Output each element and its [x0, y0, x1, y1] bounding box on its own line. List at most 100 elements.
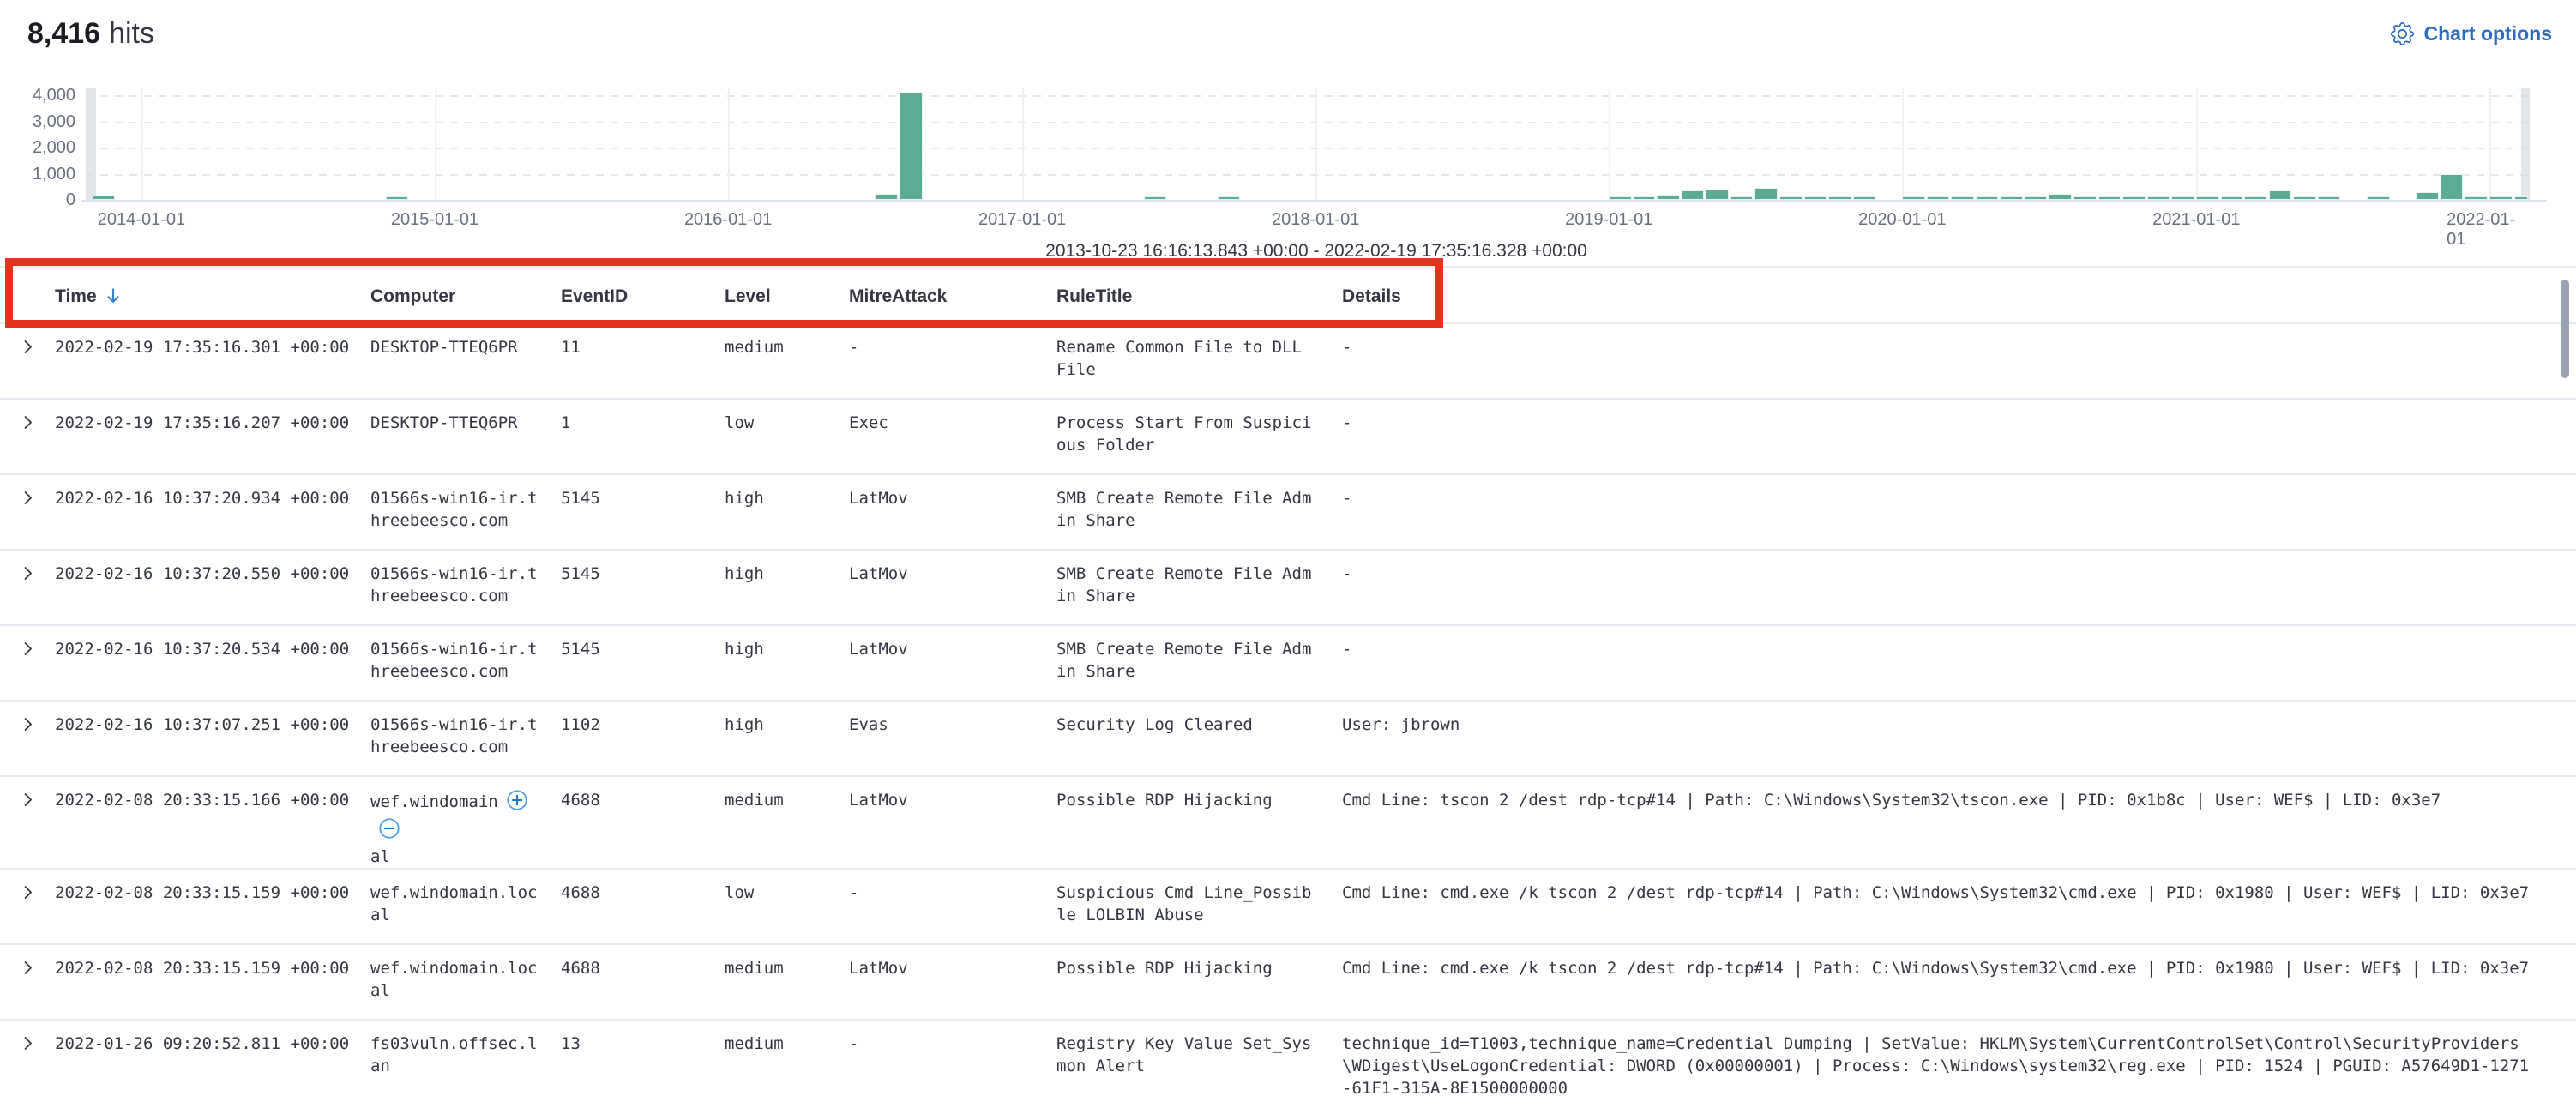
column-header-eventid[interactable]: EventID: [561, 268, 725, 322]
histogram-bar[interactable]: [2441, 174, 2463, 201]
cell-ruletitle[interactable]: Security Log Cleared: [1056, 702, 1342, 775]
histogram-bar[interactable]: [1218, 196, 1240, 200]
cell-time[interactable]: 2022-02-16 10:37:07.251 +00:00: [55, 702, 370, 775]
histogram-bar[interactable]: [1902, 196, 1925, 200]
cell-time[interactable]: 2022-02-19 17:35:16.207 +00:00: [55, 400, 370, 473]
cell-mitreattack[interactable]: LatMov: [849, 945, 1056, 1019]
cell-eventid[interactable]: 1102: [561, 702, 725, 775]
histogram-bar[interactable]: [1634, 196, 1654, 200]
cell-ruletitle[interactable]: Process Start From Suspicious Folder: [1056, 400, 1342, 473]
histogram-bar[interactable]: [1853, 196, 1875, 200]
cell-level[interactable]: medium: [725, 1021, 849, 1096]
cell-time[interactable]: 2022-01-26 09:20:52.811 +00:00: [55, 1021, 370, 1096]
cell-mitreattack[interactable]: -: [849, 870, 1056, 943]
expand-row-button[interactable]: [17, 489, 38, 509]
expand-row-button[interactable]: [17, 413, 38, 434]
cell-mitreattack[interactable]: LatMov: [849, 626, 1056, 700]
histogram-bar[interactable]: [93, 196, 115, 200]
cell-eventid[interactable]: 4688: [561, 945, 725, 1019]
cell-mitreattack[interactable]: LatMov: [849, 551, 1056, 624]
column-header-level[interactable]: Level: [725, 268, 849, 322]
histogram-bar[interactable]: [1754, 188, 1778, 200]
cell-ruletitle[interactable]: SMB Create Remote File Admin Share: [1056, 626, 1342, 700]
histogram-bar[interactable]: [2244, 196, 2267, 200]
histogram-bar[interactable]: [2318, 196, 2340, 200]
expand-row-button[interactable]: [17, 338, 38, 358]
histogram-bar[interactable]: [875, 194, 898, 200]
cell-eventid[interactable]: 1: [561, 400, 725, 473]
cell-details[interactable]: Cmd Line: cmd.exe /k tscon 2 /dest rdp-t…: [1342, 870, 2538, 943]
cell-time[interactable]: 2022-02-16 10:37:20.534 +00:00: [55, 626, 370, 700]
expand-row-button[interactable]: [17, 791, 38, 811]
cell-computer[interactable]: DESKTOP-TTEQ6PR: [370, 324, 561, 398]
histogram-bar[interactable]: [1828, 196, 1851, 200]
histogram-bar[interactable]: [1706, 190, 1729, 200]
cell-time[interactable]: 2022-02-19 17:35:16.301 +00:00: [55, 324, 370, 398]
histogram-bar[interactable]: [2000, 196, 2023, 200]
expand-row-button[interactable]: [17, 959, 38, 979]
histogram-bar[interactable]: [1609, 196, 1632, 200]
cell-level[interactable]: high: [725, 475, 849, 549]
histogram-bar[interactable]: [2025, 196, 2047, 200]
histogram-bar[interactable]: [1804, 196, 1827, 200]
histogram-bar[interactable]: [1682, 190, 1704, 200]
cell-details[interactable]: technique_id=T1003,technique_name=Creden…: [1342, 1021, 2538, 1096]
histogram-bar[interactable]: [2049, 194, 2072, 200]
histogram-bar[interactable]: [2416, 192, 2439, 200]
cell-computer[interactable]: 01566s-win16-ir.threebeesco.com: [370, 475, 561, 549]
cell-computer[interactable]: 01566s-win16-ir.threebeesco.com: [370, 551, 561, 624]
expand-row-button[interactable]: [17, 715, 38, 736]
histogram-bar[interactable]: [2196, 196, 2219, 200]
cell-eventid[interactable]: 5145: [561, 475, 725, 549]
histogram-bar[interactable]: [386, 196, 408, 200]
cell-ruletitle[interactable]: Possible RDP Hijacking: [1056, 945, 1342, 1019]
cell-details[interactable]: User: jbrown: [1342, 702, 2538, 775]
cell-mitreattack[interactable]: -: [849, 324, 1056, 398]
cell-ruletitle[interactable]: Suspicious Cmd Line_Possible LOLBIN Abus…: [1056, 870, 1342, 943]
cell-mitreattack[interactable]: -: [849, 1021, 1056, 1096]
cell-computer[interactable]: DESKTOP-TTEQ6PR: [370, 400, 561, 473]
cell-eventid[interactable]: 5145: [561, 551, 725, 624]
histogram-bar[interactable]: [2293, 196, 2316, 200]
cell-ruletitle[interactable]: Possible RDP Hijacking: [1056, 777, 1342, 868]
cell-computer[interactable]: 01566s-win16-ir.threebeesco.com: [370, 702, 561, 775]
cell-level[interactable]: medium: [725, 777, 849, 868]
cell-ruletitle[interactable]: Registry Key Value Set_Sysmon Alert: [1056, 1021, 1342, 1096]
histogram-bar[interactable]: [1976, 196, 1998, 200]
histogram-bar[interactable]: [1779, 196, 1803, 200]
expand-row-button[interactable]: [17, 564, 38, 585]
expand-row-button[interactable]: [17, 1034, 38, 1055]
column-header-computer[interactable]: Computer: [370, 268, 561, 322]
cell-level[interactable]: medium: [725, 324, 849, 398]
cell-level[interactable]: medium: [725, 945, 849, 1019]
cell-mitreattack[interactable]: LatMov: [849, 475, 1056, 549]
cell-mitreattack[interactable]: Evas: [849, 702, 1056, 775]
cell-time[interactable]: 2022-02-08 20:33:15.166 +00:00: [55, 777, 370, 868]
histogram-bar[interactable]: [900, 93, 923, 200]
expand-row-button[interactable]: [17, 640, 38, 660]
cell-level[interactable]: low: [725, 870, 849, 943]
cell-computer[interactable]: wef.windomain.local: [370, 870, 561, 943]
cell-details[interactable]: -: [1342, 626, 2538, 700]
cell-ruletitle[interactable]: SMB Create Remote File Admin Share: [1056, 475, 1342, 549]
cell-computer[interactable]: 01566s-win16-ir.threebeesco.com: [370, 626, 561, 700]
cell-eventid[interactable]: 4688: [561, 870, 725, 943]
histogram-bar[interactable]: [2465, 196, 2488, 200]
histogram-bar[interactable]: [1927, 196, 1948, 200]
cell-level[interactable]: low: [725, 400, 849, 473]
expand-row-button[interactable]: [17, 883, 38, 904]
cell-eventid[interactable]: 5145: [561, 626, 725, 700]
cell-level[interactable]: high: [725, 551, 849, 624]
cell-computer[interactable]: wef.windomainal: [370, 777, 561, 868]
histogram-bar[interactable]: [2098, 196, 2121, 200]
cell-eventid[interactable]: 4688: [561, 777, 725, 868]
cell-details[interactable]: -: [1342, 324, 2538, 398]
cell-eventid[interactable]: 11: [561, 324, 725, 398]
histogram-bar[interactable]: [1144, 196, 1166, 200]
column-header-mitreattack[interactable]: MitreAttack: [849, 268, 1056, 322]
histogram-bar[interactable]: [2489, 196, 2513, 200]
cell-details[interactable]: -: [1342, 400, 2538, 473]
cell-eventid[interactable]: 13: [561, 1021, 725, 1096]
cell-ruletitle[interactable]: SMB Create Remote File Admin Share: [1056, 551, 1342, 624]
column-header-details[interactable]: Details: [1342, 268, 2538, 322]
